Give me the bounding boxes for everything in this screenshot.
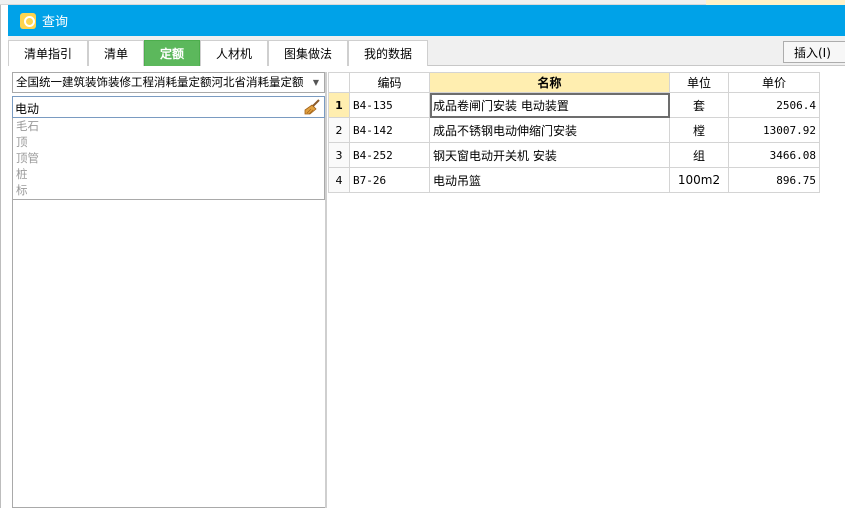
table-row[interactable]: 3 B4-252 钢天窗电动开关机 安装 组 3466.08 — [328, 142, 820, 168]
row-unit[interactable]: 100m2 — [669, 167, 729, 193]
row-name[interactable]: 电动吊篮 — [429, 167, 670, 193]
row-name[interactable]: 成品不锈钢电动伸缩门安装 — [429, 117, 670, 143]
row-price[interactable]: 2506.4 — [728, 92, 820, 118]
row-price[interactable]: 896.75 — [728, 167, 820, 193]
tab-bar: 清单指引 清单 定额 人材机 图集做法 我的数据 插入(I) — [8, 36, 845, 66]
row-code[interactable]: B4-135 — [349, 92, 430, 118]
header-unit[interactable]: 单位 — [669, 72, 729, 93]
tab-bill[interactable]: 清单 — [88, 40, 144, 66]
header-code[interactable]: 编码 — [349, 72, 430, 93]
table-row[interactable]: 1 B4-135 成品卷闸门安装 电动装置 套 2506.4 — [328, 92, 820, 118]
row-index: 4 — [328, 167, 350, 193]
row-code[interactable]: B7-26 — [349, 167, 430, 193]
row-index: 3 — [328, 142, 350, 168]
window-title: 查询 — [42, 15, 69, 30]
header-index — [328, 72, 350, 93]
table-header-row: 编码 名称 单位 单价 — [328, 72, 820, 93]
search-input[interactable]: 电动 — [12, 96, 325, 118]
results-table: 编码 名称 单位 单价 1 B4-135 成品卷闸门安装 电动装置 套 2506… — [328, 72, 820, 193]
row-price[interactable]: 13007.92 — [728, 117, 820, 143]
header-name[interactable]: 名称 — [429, 72, 670, 93]
history-item[interactable]: 毛石 — [13, 118, 324, 134]
tab-my-data[interactable]: 我的数据 — [348, 40, 428, 66]
broom-clear-icon[interactable] — [304, 99, 321, 115]
row-index: 2 — [328, 117, 350, 143]
history-item[interactable]: 标 — [13, 182, 324, 198]
history-item[interactable]: 顶 — [13, 134, 324, 150]
results-grid-area: 编码 名称 单位 单价 1 B4-135 成品卷闸门安装 电动装置 套 2506… — [328, 72, 845, 508]
title-bar: 查询 — [8, 5, 845, 36]
row-name[interactable]: 成品卷闸门安装 电动装置 — [429, 92, 670, 118]
header-price[interactable]: 单价 — [728, 72, 820, 93]
tab-labor-material-machine[interactable]: 人材机 — [200, 40, 268, 66]
tab-quota[interactable]: 定额 — [144, 40, 200, 66]
panel-splitter[interactable] — [325, 72, 327, 508]
chevron-down-icon[interactable]: ▼ — [308, 73, 324, 92]
row-name[interactable]: 钢天窗电动开关机 安装 — [429, 142, 670, 168]
row-code[interactable]: B4-142 — [349, 117, 430, 143]
tab-bill-guide[interactable]: 清单指引 — [8, 40, 88, 66]
library-select-value: 全国统一建筑装饰装修工程消耗量定额河北省消耗量定额 — [16, 75, 304, 89]
history-item[interactable]: 顶管 — [13, 150, 324, 166]
row-code[interactable]: B4-252 — [349, 142, 430, 168]
row-unit[interactable]: 樘 — [669, 117, 729, 143]
row-unit[interactable]: 套 — [669, 92, 729, 118]
left-panel: 全国统一建筑装饰装修工程消耗量定额河北省消耗量定额 ▼ 电动 毛石 顶 顶管 桩… — [12, 72, 326, 508]
tab-atlas-method[interactable]: 图集做法 — [268, 40, 348, 66]
app-icon — [20, 12, 36, 29]
row-index: 1 — [328, 92, 350, 118]
window-left-edge — [0, 5, 1, 508]
search-history-list: 毛石 顶 顶管 桩 标 — [12, 118, 325, 200]
insert-button[interactable]: 插入(I) — [783, 41, 845, 63]
library-select[interactable]: 全国统一建筑装饰装修工程消耗量定额河北省消耗量定额 ▼ — [12, 72, 325, 93]
history-item[interactable]: 桩 — [13, 166, 324, 182]
search-input-value: 电动 — [15, 102, 40, 116]
chapter-tree-area[interactable] — [12, 200, 326, 508]
row-price[interactable]: 3466.08 — [728, 142, 820, 168]
row-unit[interactable]: 组 — [669, 142, 729, 168]
table-row[interactable]: 4 B7-26 电动吊篮 100m2 896.75 — [328, 167, 820, 193]
table-row[interactable]: 2 B4-142 成品不锈钢电动伸缩门安装 樘 13007.92 — [328, 117, 820, 143]
